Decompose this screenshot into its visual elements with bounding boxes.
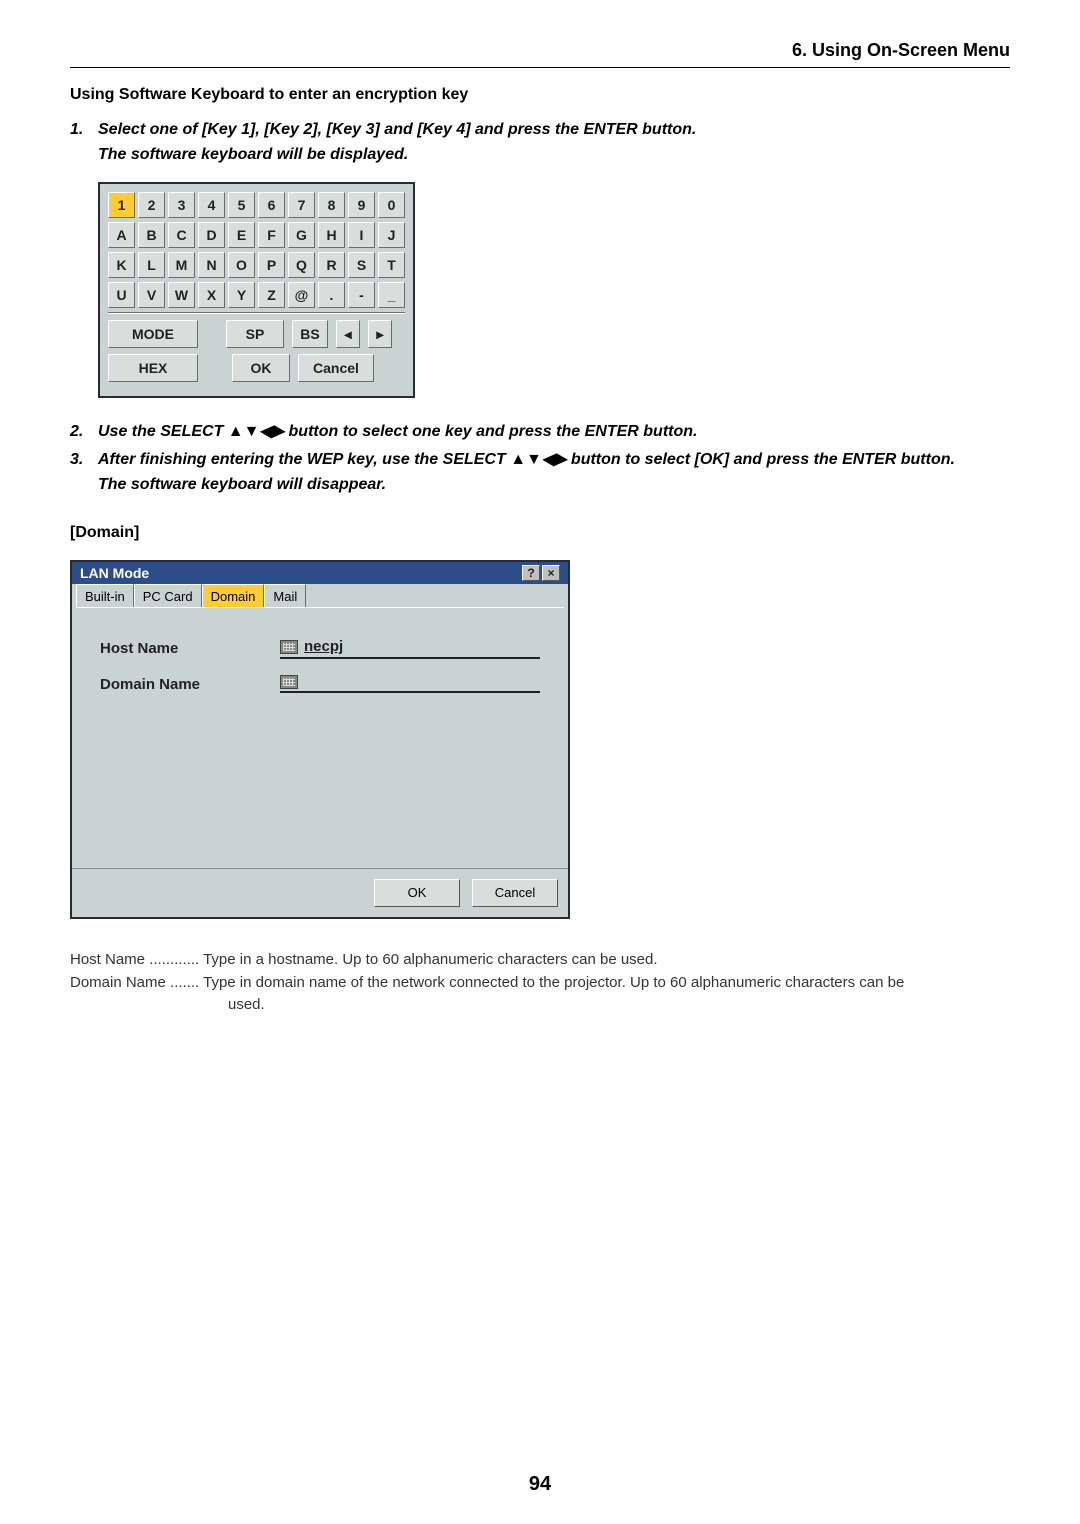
- kb-key-9[interactable]: 9: [348, 192, 375, 218]
- kb-key-a[interactable]: A: [108, 222, 135, 248]
- kb-key-s[interactable]: S: [348, 252, 375, 278]
- lan-mode-dialog: LAN Mode ? × Built-in PC Card Domain Mai…: [70, 560, 1010, 919]
- kb-key-y[interactable]: Y: [228, 282, 255, 308]
- kb-key-o[interactable]: O: [228, 252, 255, 278]
- step-1-sub: The software keyboard will be displayed.: [98, 146, 1010, 164]
- tab-builtin[interactable]: Built-in: [76, 584, 134, 607]
- host-name-description: Host Name ............ Type in a hostnam…: [70, 949, 1010, 972]
- host-name-input[interactable]: necpj: [280, 638, 540, 659]
- dialog-tabs: Built-in PC Card Domain Mail: [72, 584, 568, 607]
- kb-key-2[interactable]: 2: [138, 192, 165, 218]
- host-name-value: necpj: [304, 638, 343, 655]
- keyboard-icon[interactable]: [280, 640, 298, 654]
- dialog-close-button[interactable]: ×: [542, 565, 560, 581]
- page-number: 94: [0, 1473, 1080, 1496]
- kb-key-underscore[interactable]: _: [378, 282, 405, 308]
- kb-cancel-button[interactable]: Cancel: [298, 354, 374, 382]
- kb-key-m[interactable]: M: [168, 252, 195, 278]
- step-3: 3. After finishing entering the WEP key,…: [70, 448, 1010, 472]
- step-1-num: 1.: [70, 118, 98, 142]
- kb-left-button[interactable]: ◂: [336, 320, 360, 348]
- kb-key-l[interactable]: L: [138, 252, 165, 278]
- tab-mail[interactable]: Mail: [264, 584, 306, 607]
- dialog-help-button[interactable]: ?: [522, 565, 540, 581]
- domain-heading: [Domain]: [70, 524, 1010, 542]
- domain-name-label: Domain Name: [100, 676, 280, 693]
- keyboard-icon[interactable]: [280, 675, 298, 689]
- kb-key-u[interactable]: U: [108, 282, 135, 308]
- domain-name-description-1: Domain Name ....... Type in domain name …: [70, 972, 1010, 995]
- kb-space-button[interactable]: SP: [226, 320, 284, 348]
- kb-key-x[interactable]: X: [198, 282, 225, 308]
- kb-key-g[interactable]: G: [288, 222, 315, 248]
- host-name-label: Host Name: [100, 640, 280, 657]
- kb-key-i[interactable]: I: [348, 222, 375, 248]
- kb-key-v[interactable]: V: [138, 282, 165, 308]
- kb-key-w[interactable]: W: [168, 282, 195, 308]
- kb-key-c[interactable]: C: [168, 222, 195, 248]
- kb-key-t[interactable]: T: [378, 252, 405, 278]
- step-3-num: 3.: [70, 448, 98, 472]
- domain-name-description-2: used.: [228, 994, 1010, 1017]
- step-3-sub: The software keyboard will disappear.: [98, 476, 1010, 494]
- section-title: 6. Using On-Screen Menu: [70, 40, 1010, 68]
- kb-ok-button[interactable]: OK: [232, 354, 290, 382]
- step-1: 1. Select one of [Key 1], [Key 2], [Key …: [70, 118, 1010, 142]
- dialog-cancel-button[interactable]: Cancel: [472, 879, 558, 907]
- domain-name-input[interactable]: [280, 675, 540, 693]
- kb-mode-button[interactable]: MODE: [108, 320, 198, 348]
- kb-key-e[interactable]: E: [228, 222, 255, 248]
- kb-key-6[interactable]: 6: [258, 192, 285, 218]
- kb-key-j[interactable]: J: [378, 222, 405, 248]
- step-1-text: Select one of [Key 1], [Key 2], [Key 3] …: [98, 118, 1010, 142]
- kb-key-k[interactable]: K: [108, 252, 135, 278]
- kb-key-d[interactable]: D: [198, 222, 225, 248]
- dialog-ok-button[interactable]: OK: [374, 879, 460, 907]
- kb-key-f[interactable]: F: [258, 222, 285, 248]
- kb-key-q[interactable]: Q: [288, 252, 315, 278]
- step-2: 2. Use the SELECT ▲▼◀▶ button to select …: [70, 420, 1010, 444]
- kb-key-b[interactable]: B: [138, 222, 165, 248]
- dialog-title: LAN Mode: [80, 565, 149, 581]
- kb-row-4: U V W X Y Z @ . - _: [108, 282, 405, 308]
- kb-key-7[interactable]: 7: [288, 192, 315, 218]
- kb-key-0[interactable]: 0: [378, 192, 405, 218]
- sub-heading: Using Software Keyboard to enter an encr…: [70, 86, 1010, 104]
- kb-key-3[interactable]: 3: [168, 192, 195, 218]
- kb-key-z[interactable]: Z: [258, 282, 285, 308]
- kb-row-2: A B C D E F G H I J: [108, 222, 405, 248]
- kb-key-4[interactable]: 4: [198, 192, 225, 218]
- tab-pccard[interactable]: PC Card: [134, 584, 202, 607]
- step-3-text: After finishing entering the WEP key, us…: [98, 448, 1010, 472]
- kb-key-at[interactable]: @: [288, 282, 315, 308]
- kb-row-3: K L M N O P Q R S T: [108, 252, 405, 278]
- kb-key-h[interactable]: H: [318, 222, 345, 248]
- step-2-num: 2.: [70, 420, 98, 444]
- kb-key-r[interactable]: R: [318, 252, 345, 278]
- software-keyboard: 1 2 3 4 5 6 7 8 9 0 A B C D E F G H I: [98, 182, 1010, 398]
- kb-key-5[interactable]: 5: [228, 192, 255, 218]
- kb-key-p[interactable]: P: [258, 252, 285, 278]
- kb-key-1[interactable]: 1: [108, 192, 135, 218]
- kb-key-n[interactable]: N: [198, 252, 225, 278]
- kb-key-hyphen[interactable]: -: [348, 282, 375, 308]
- kb-key-dot[interactable]: .: [318, 282, 345, 308]
- kb-right-button[interactable]: ▸: [368, 320, 392, 348]
- kb-hex-button[interactable]: HEX: [108, 354, 198, 382]
- step-2-text: Use the SELECT ▲▼◀▶ button to select one…: [98, 420, 1010, 444]
- kb-backspace-button[interactable]: BS: [292, 320, 328, 348]
- kb-key-8[interactable]: 8: [318, 192, 345, 218]
- tab-domain[interactable]: Domain: [202, 584, 265, 607]
- kb-row-1: 1 2 3 4 5 6 7 8 9 0: [108, 192, 405, 218]
